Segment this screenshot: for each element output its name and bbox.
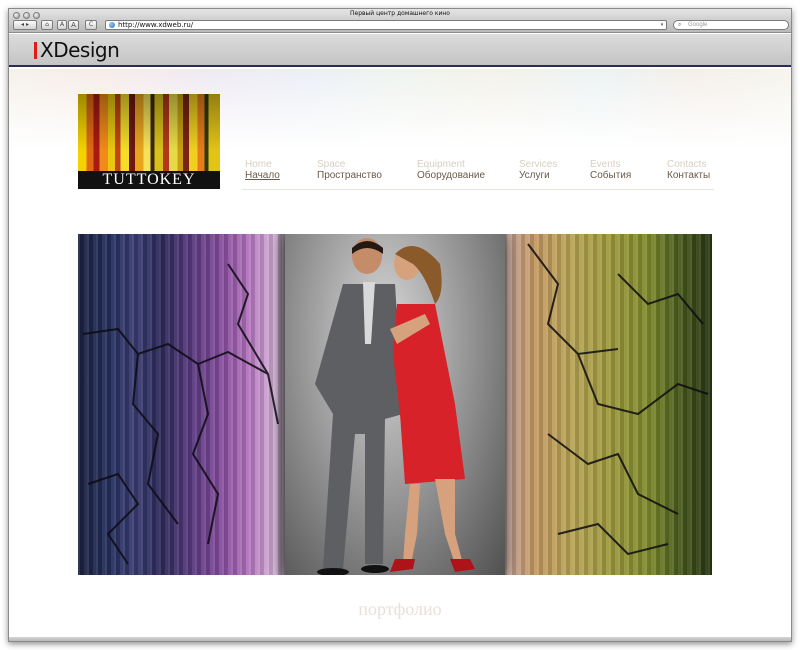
menu-item-contacts[interactable]: Contacts Контакты [667,160,710,182]
home-button[interactable]: ⌂ [41,20,53,30]
couple-photo [315,238,475,575]
window-bottom-bar [9,637,791,641]
menu-item-equipment[interactable]: Equipment Оборудование [417,160,485,182]
reload-button[interactable]: C [85,20,97,30]
address-bar[interactable]: http://www.xdweb.ru/ ▾ [105,20,667,30]
menu-item-en: Space [317,159,346,170]
menu-item-space[interactable]: Space Пространство [317,160,382,182]
title-bar: Первый центр домашнего кино ◂ ▸ ⌂ A A C … [9,9,791,33]
menu-item-ru: Пространство [317,170,382,181]
hero-photo-panel [285,234,505,575]
text-larger-button[interactable]: A [68,20,79,30]
search-input[interactable]: ⌕ Google [673,20,789,30]
web-page: TUTTOKEY Home Начало Space Пространство … [9,69,791,641]
brand-mark [34,42,37,59]
menu-item-en: Home [245,159,272,170]
site-logo[interactable]: TUTTOKEY [78,94,220,189]
menu-item-services[interactable]: Services Услуги [519,160,557,182]
text-smaller-button[interactable]: A [57,20,67,30]
portfolio-caption[interactable]: портфолио [9,599,791,620]
search-icon: ⌕ [678,22,682,28]
menu-item-en: Services [519,159,558,170]
brand-name: XDesign [40,38,120,62]
search-placeholder: Google [688,22,708,28]
browser-window: Первый центр домашнего кино ◂ ▸ ⌂ A A C … [8,8,792,642]
logo-text: TUTTOKEY [78,171,220,189]
menu-item-events[interactable]: Events События [590,160,631,182]
window-title: Первый центр домашнего кино [350,10,450,17]
menu-item-ru: Услуги [519,170,550,181]
chevron-down-icon[interactable]: ▾ [659,22,665,28]
menu-item-ru: Оборудование [417,170,486,181]
globe-icon [109,22,115,28]
menu-item-ru: Начало [245,170,280,181]
hero-image [78,234,712,575]
man-suit [315,284,403,569]
menu-item-en: Contacts [667,159,707,170]
back-forward-buttons[interactable]: ◂ ▸ [13,20,37,30]
main-menu: Home Начало Space Пространство Equipment… [242,160,714,190]
url-text: http://www.xdweb.ru/ [118,21,194,29]
menu-item-ru: События [590,170,632,181]
menu-item-en: Equipment [417,159,465,170]
menu-item-en: Events [590,159,621,170]
menu-item-ru: Контакты [667,170,711,181]
brand-bar: XDesign [9,34,791,67]
menu-item-home[interactable]: Home Начало [245,160,280,182]
